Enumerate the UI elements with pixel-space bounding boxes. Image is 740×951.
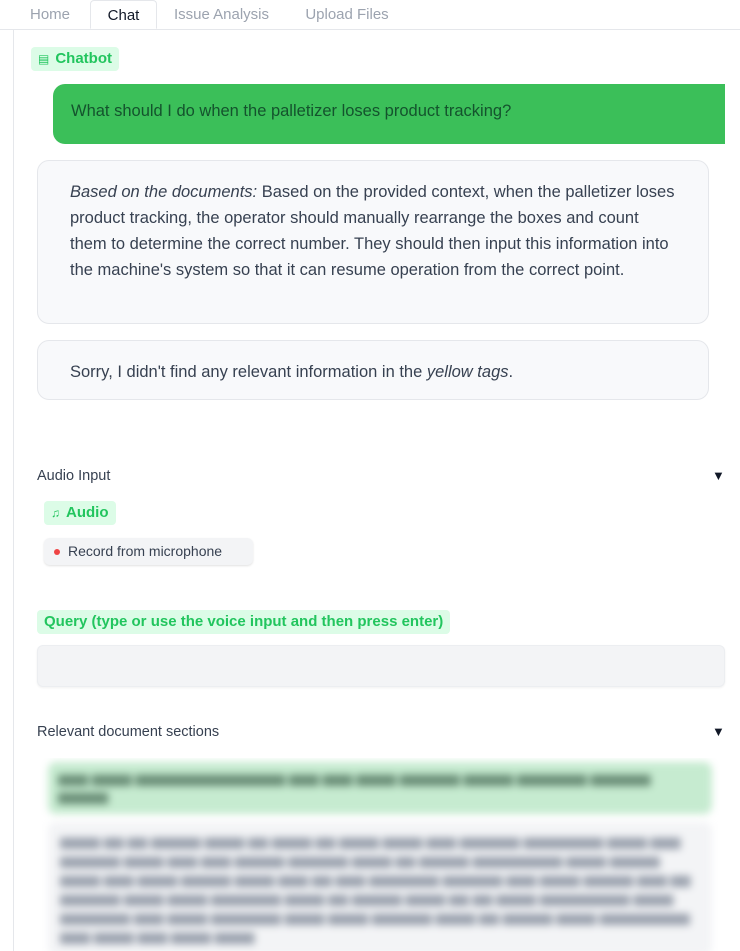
- bot-message-text: Sorry, I didn't find any relevant inform…: [70, 363, 427, 381]
- music-note-icon: ♫: [51, 506, 60, 520]
- audio-input-title[interactable]: Audio Input: [37, 468, 110, 484]
- tab-home[interactable]: Home: [18, 0, 82, 29]
- bot-message-prefix: Based on the documents:: [70, 183, 258, 201]
- bot-message-emphasis: yellow tags: [426, 363, 509, 381]
- bot-message: Based on the documents: Based on the pro…: [37, 160, 709, 324]
- record-button-label: Record from microphone: [68, 543, 223, 559]
- record-dot-icon: [54, 549, 60, 555]
- record-microphone-button[interactable]: Record from microphone: [44, 538, 253, 565]
- triangle-down-icon[interactable]: ▼: [712, 724, 725, 739]
- tab-chat[interactable]: Chat: [90, 0, 157, 29]
- bot-message: Sorry, I didn't find any relevant inform…: [37, 340, 709, 400]
- relevant-sections-content: ▆▆▆ ▆▆▆▆ ▆▆▆▆▆▆▆▆▆▆▆▆▆▆▆ ▆▆▆ ▆▆▆ ▆▆▆▆ ▆▆…: [40, 758, 720, 951]
- tab-upload-files[interactable]: Upload Files: [293, 0, 401, 29]
- relevant-section-body: ▆▆▆▆ ▆▆ ▆▆ ▆▆▆▆▆ ▆▆▆▆ ▆▆ ▆▆▆▆ ▆▆ ▆▆▆▆ ▆▆…: [48, 822, 712, 951]
- relevant-section-header: ▆▆▆ ▆▆▆▆ ▆▆▆▆▆▆▆▆▆▆▆▆▆▆▆ ▆▆▆ ▆▆▆ ▆▆▆▆ ▆▆…: [48, 762, 712, 814]
- audio-label: ♫ Audio: [44, 501, 116, 525]
- query-label: Query (type or use the voice input and t…: [37, 610, 451, 634]
- chat-icon: ▤: [38, 52, 50, 66]
- chatbot-label: ▤ Chatbot: [31, 47, 119, 71]
- bot-message-end: .: [508, 363, 514, 381]
- audio-label-text: Audio: [66, 504, 109, 521]
- user-message-text: What should I do when the palletizer los…: [71, 102, 512, 120]
- chatbot-label-text: Chatbot: [55, 50, 112, 67]
- user-message: What should I do when the palletizer los…: [53, 84, 725, 144]
- tab-bar: Home Chat Issue Analysis Upload Files: [0, 0, 740, 30]
- tab-issue-analysis[interactable]: Issue Analysis: [165, 0, 278, 29]
- query-input[interactable]: [37, 645, 725, 687]
- triangle-down-icon[interactable]: ▼: [712, 468, 725, 483]
- relevant-sections-title[interactable]: Relevant document sections: [37, 724, 219, 740]
